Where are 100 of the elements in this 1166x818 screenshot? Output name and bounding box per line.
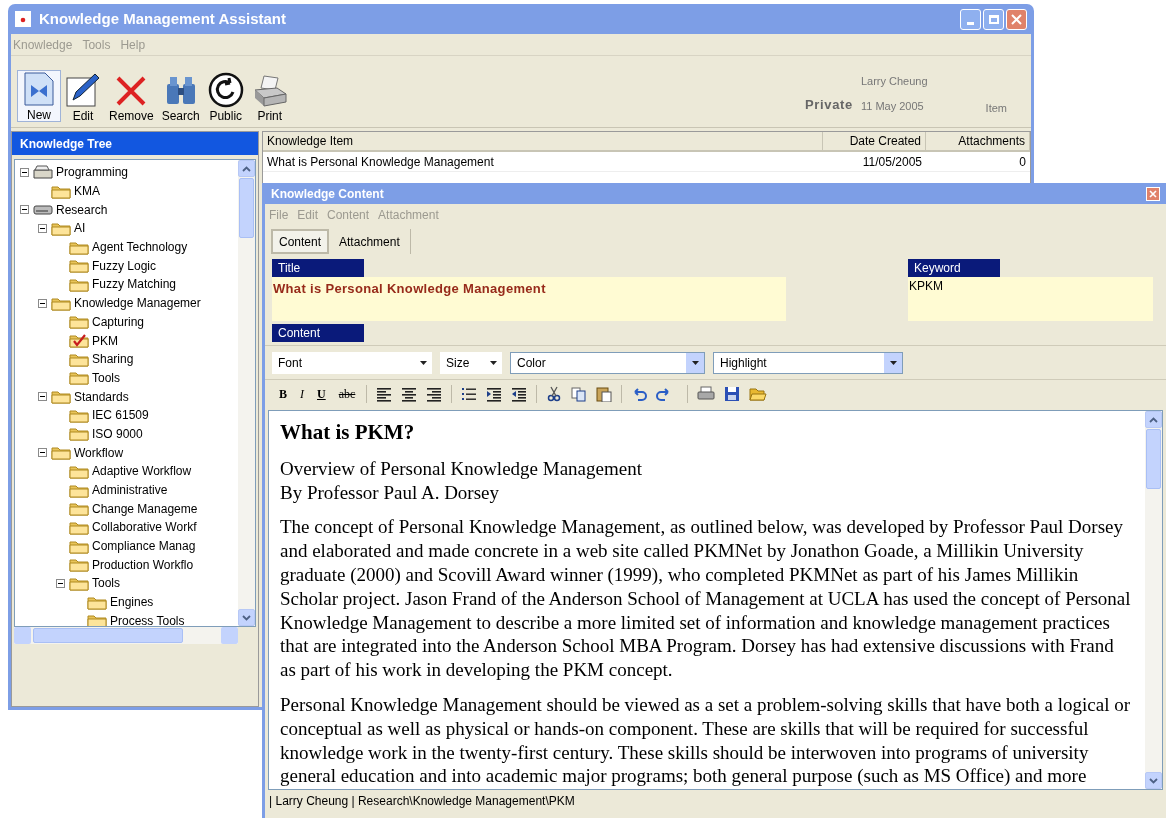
field-label: Keyword: [908, 259, 1000, 277]
tree-item[interactable]: Tools: [92, 577, 120, 590]
scrollbar[interactable]: [238, 160, 255, 626]
tree-item[interactable]: Administrative: [92, 484, 168, 497]
title-field[interactable]: What is Personal Knowledge Management: [272, 277, 786, 321]
tree-item[interactable]: Capturing: [92, 315, 145, 328]
toolbar-button[interactable]: Remove: [105, 74, 158, 122]
column-header[interactable]: Attachments: [926, 132, 1030, 152]
caret-icon: [419, 360, 427, 365]
tree-item[interactable]: Engines: [110, 596, 154, 609]
document-icon: [22, 71, 56, 107]
collapse-icon[interactable]: [20, 205, 29, 215]
paragraph: The concept of Personal Knowledge Management, as outlined below, was developed by Professor Paul Dorsey and elaborated and made concrete in a web site called PKMNet by Jonathon Goade, a Millikin University graduate (2000) and Scovill Award winner (1999), who completed PKMNet as part of his James Millikin Scholar project. Jason Frand of the Anderson School of Management at UCLA has used the concept of Personal Knowledge Management to describe a more limited set of information and knowledge management practices that are integrated into the Anderson School MBA Program. Dorsey has had extensive discussions with Frand as part of his work in developing the PKM concept.: [280, 515, 1132, 682]
printer-icon[interactable]: [697, 385, 716, 402]
document-heading: What is PKM?: [280, 421, 416, 445]
format-button[interactable]: B: [277, 384, 289, 403]
tree-item[interactable]: Workflow: [74, 446, 124, 459]
scroll-thumb[interactable]: [239, 178, 254, 238]
window-title: Knowledge Content: [271, 185, 385, 203]
paragraph: Overview of Personal Knowledge Management: [280, 456, 643, 481]
tree-item[interactable]: Process Tools: [110, 614, 185, 626]
collapse-icon[interactable]: [38, 223, 47, 233]
table-cell-text: 0: [1018, 153, 1027, 171]
tree-item[interactable]: ISO 9000: [92, 427, 143, 440]
scrollbar[interactable]: [14, 627, 238, 644]
paragraph: By Professor Paul A. Dorsey: [280, 480, 501, 505]
bullet-list-icon[interactable]: [461, 385, 478, 402]
tree-item[interactable]: Standards: [74, 390, 129, 403]
tree-item[interactable]: Adaptive Workflow: [92, 465, 192, 478]
paste-icon[interactable]: [596, 385, 613, 402]
folder-icon[interactable]: [749, 385, 768, 402]
visibility-label: Private: [805, 95, 853, 114]
table-cell-text: 11/05/2005: [861, 153, 923, 171]
scroll-thumb[interactable]: [1146, 429, 1161, 489]
tree-item[interactable]: AI: [74, 222, 86, 235]
tree-item[interactable]: Research: [56, 203, 108, 216]
maximize-button[interactable]: [983, 8, 1004, 30]
tree-item[interactable]: Knowledge Managemer: [74, 297, 201, 310]
dropdown[interactable]: Size: [440, 351, 502, 374]
tree-item[interactable]: Production Workflo: [92, 558, 194, 571]
tree-item[interactable]: KMA: [74, 185, 100, 198]
tree-item[interactable]: Tools: [92, 371, 120, 384]
tree-item[interactable]: Fuzzy Matching: [92, 278, 177, 291]
format-button[interactable]: abc: [336, 384, 358, 403]
toolbar-button[interactable]: Public: [203, 72, 248, 122]
keyword-field[interactable]: KPKM: [908, 277, 1153, 321]
toolbar-button[interactable]: New: [17, 70, 61, 122]
table-cell-text: What is Personal Knowledge Management: [266, 153, 495, 171]
app-icon: [15, 11, 31, 27]
column-header[interactable]: Date Created: [823, 132, 926, 152]
status-text: | Larry Cheung | Research\Knowledge Management\PKM: [269, 793, 575, 810]
minimize-button[interactable]: [960, 8, 981, 30]
author-text: Larry Cheung: [860, 74, 928, 89]
collapse-icon[interactable]: [20, 167, 29, 177]
paragraph: Personal Knowledge Management should be viewed as a set a problem-solving skills that have both a logical or conceptual as well as physical or hands-on component. These are skills that will be required for successful knowledge work in the twenty-first century. These skills should be interwoven into programs of university general education and into academic major programs; both general purpose (such as MS Office) and more: [280, 692, 1132, 789]
tree-item[interactable]: IEC 61509: [92, 409, 149, 422]
close-button[interactable]: [1006, 8, 1027, 30]
align-center-icon[interactable]: [401, 385, 418, 402]
tree-item[interactable]: Change Manageme: [92, 502, 198, 515]
collapse-icon[interactable]: [56, 578, 65, 588]
format-button[interactable]: U: [315, 384, 328, 403]
tab[interactable]: Attachment: [329, 229, 411, 254]
indent-icon[interactable]: [486, 385, 503, 402]
dropdown[interactable]: Highlight: [713, 351, 903, 374]
dropdown[interactable]: Color: [510, 351, 705, 374]
dropdown[interactable]: Font: [272, 351, 432, 374]
save-icon[interactable]: [724, 385, 741, 402]
tree-item[interactable]: Programming: [56, 166, 129, 179]
close-button[interactable]: [1146, 186, 1160, 201]
undo-icon[interactable]: [631, 385, 648, 402]
collapse-icon[interactable]: [38, 448, 47, 458]
tree-item[interactable]: Sharing: [92, 353, 134, 366]
caret-icon: [889, 360, 897, 365]
window-title: Knowledge Management Assistant: [39, 8, 287, 29]
tree-item[interactable]: Agent Technology: [92, 241, 188, 254]
pencil-icon: [65, 72, 101, 108]
align-left-icon[interactable]: [376, 385, 393, 402]
toolbar-button[interactable]: Search: [157, 74, 204, 122]
item-type-text: Item: [985, 100, 1007, 116]
outdent-icon[interactable]: [511, 385, 528, 402]
date-text: 11 May 2005: [860, 98, 925, 114]
refresh-icon: [207, 72, 244, 108]
tree-item[interactable]: Collaborative Workf: [92, 521, 197, 534]
collapse-icon[interactable]: [38, 392, 47, 402]
toolbar-button[interactable]: Edit: [61, 72, 105, 122]
toolbar-button[interactable]: Print: [247, 74, 292, 122]
format-button[interactable]: I: [298, 384, 306, 403]
align-right-icon[interactable]: [426, 385, 443, 402]
copy-icon[interactable]: [571, 385, 588, 402]
tree-item[interactable]: Compliance Manag: [92, 540, 196, 553]
column-header[interactable]: Knowledge Item: [263, 132, 823, 152]
scrollbar[interactable]: [1145, 411, 1162, 789]
caret-icon: [691, 360, 699, 365]
tree-item[interactable]: PKM: [92, 334, 118, 347]
caret-icon: [489, 360, 497, 365]
tab[interactable]: Content: [271, 229, 330, 254]
panel-header: Knowledge Tree: [12, 132, 258, 155]
collapse-icon[interactable]: [38, 298, 47, 308]
scissors-icon[interactable]: [546, 385, 563, 402]
tree-item[interactable]: Fuzzy Logic: [92, 259, 157, 272]
